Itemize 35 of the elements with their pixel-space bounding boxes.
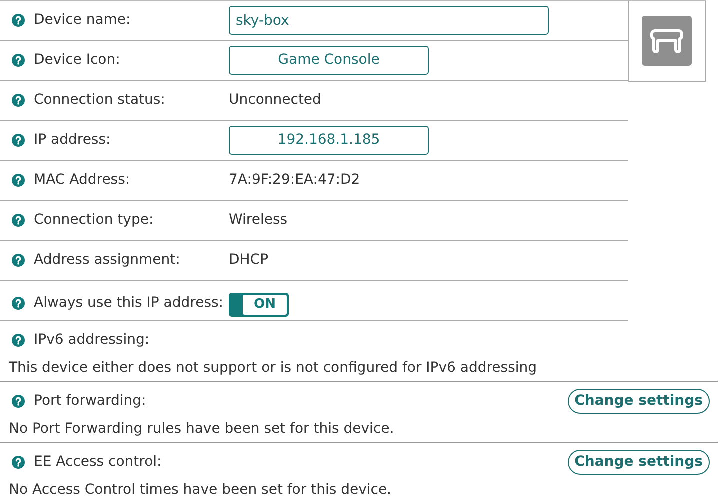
field-label: IP address: <box>34 131 111 150</box>
value-text: Wireless <box>229 211 288 230</box>
section-label: EE Access control: <box>34 452 162 472</box>
help-icon[interactable] <box>12 94 25 107</box>
field-label: Device Icon: <box>34 51 120 70</box>
value-text: 7A:9F:29:EA:47:D2 <box>229 171 360 190</box>
help-icon[interactable] <box>12 394 25 408</box>
section-label: IPv6 addressing: <box>34 330 150 350</box>
help-icon[interactable] <box>12 254 25 267</box>
help-icon[interactable] <box>12 334 25 346</box>
change-settings-button[interactable]: Change settings <box>568 388 710 414</box>
section-label: Port forwarding: <box>34 392 146 410</box>
value-button[interactable]: 192.168.1.185 <box>229 126 429 155</box>
field-label: MAC Address: <box>34 171 130 190</box>
value-text: Unconnected <box>229 91 322 110</box>
help-icon[interactable] <box>12 14 25 27</box>
field-label: Device name: <box>34 11 131 30</box>
value-text: DHCP <box>229 251 269 270</box>
section-message: No Port Forwarding rules have been set for this device. <box>8 420 396 439</box>
field-label: Connection type: <box>34 211 154 230</box>
help-icon[interactable] <box>12 297 25 310</box>
change-settings-button[interactable]: Change settings <box>568 450 710 474</box>
field-label: Always use this IP address: <box>34 294 224 313</box>
help-icon[interactable] <box>12 174 25 187</box>
field-label: Connection status: <box>34 91 166 110</box>
toggle-switch[interactable]: ON <box>229 293 289 317</box>
value-button[interactable]: Game Console <box>229 46 429 75</box>
field-label: Address assignment: <box>34 251 180 270</box>
help-icon[interactable] <box>12 54 25 67</box>
section-message: No Access Control times have been set for this device. <box>8 481 393 497</box>
help-icon[interactable] <box>12 456 25 468</box>
device-name-field[interactable]: sky-box <box>229 6 549 35</box>
section-message: This device either does not support or is not configured for IPv6 addressing <box>8 359 538 378</box>
help-icon[interactable] <box>12 214 25 227</box>
help-icon[interactable] <box>12 134 25 147</box>
